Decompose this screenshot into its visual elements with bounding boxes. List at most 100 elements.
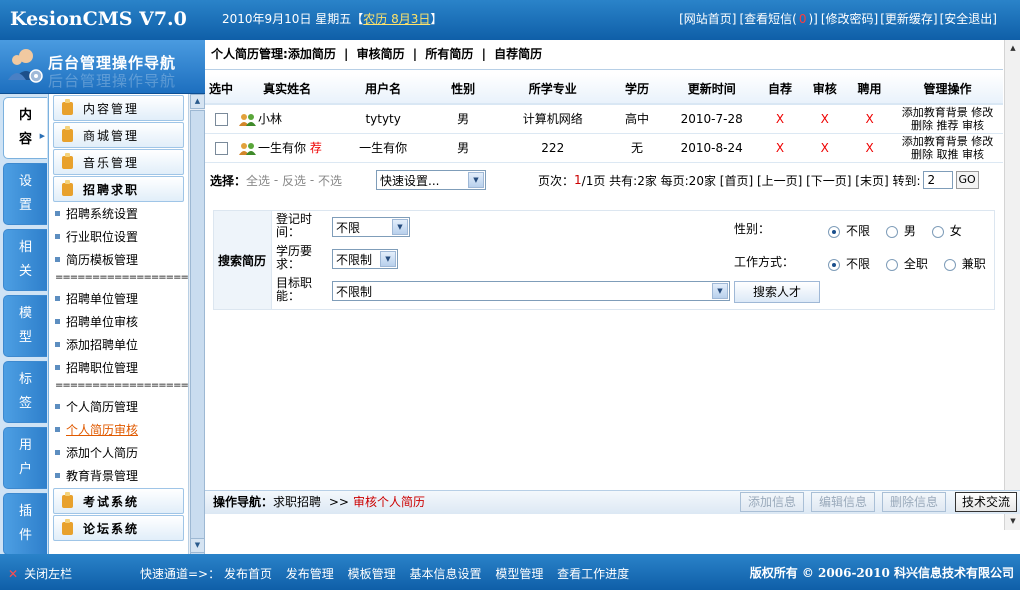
home-link[interactable]: [网站首页] — [678, 10, 737, 27]
main-scrollbar[interactable]: ▲ ▼ — [1004, 40, 1020, 530]
tab-settings[interactable]: 设置 — [3, 163, 47, 225]
refresh-cache-link[interactable]: [更新缓存] — [879, 10, 938, 27]
scroll-thumb[interactable] — [190, 110, 205, 560]
select-none-link[interactable]: 不选 — [318, 172, 342, 189]
tab-models[interactable]: 模型 — [3, 295, 47, 357]
tech-exchange-button[interactable]: 技术交流 — [955, 492, 1017, 512]
sidebar-item-employer-management[interactable]: 招聘单位管理 — [49, 287, 188, 310]
sidebar-item-employer-audit[interactable]: 招聘单位审核 — [49, 310, 188, 333]
tab-plugins[interactable]: 插件 — [3, 493, 47, 554]
audit-status[interactable]: X — [802, 104, 848, 134]
folder-icon — [62, 491, 73, 508]
tab-users[interactable]: 用户 — [3, 427, 47, 489]
delete-info-button[interactable]: 删除信息 — [882, 492, 946, 512]
tab-related-label: 相关 — [18, 240, 32, 279]
sidebar-item-resume-audit[interactable]: 个人简历审核 — [49, 418, 188, 441]
quick-link-basic-settings[interactable]: 基本信息设置 — [409, 567, 481, 581]
menu-content-management[interactable]: 内容管理 — [53, 95, 184, 121]
menu-forum-system[interactable]: 论坛系统 — [53, 515, 184, 541]
ops-line1[interactable]: 添加教育背景 修改 — [892, 106, 1003, 119]
sidebar-item-add-resume[interactable]: 添加个人简历 — [49, 441, 188, 464]
gender-male-radio[interactable] — [885, 225, 898, 238]
hire-status[interactable]: X — [847, 104, 892, 134]
work-any-radio[interactable] — [828, 258, 840, 271]
quick-link-publish-manage[interactable]: 发布管理 — [286, 567, 334, 581]
select-label: 选择： — [210, 173, 247, 188]
link-all-resumes[interactable]: 所有简历 — [425, 47, 473, 61]
row-checkbox[interactable] — [214, 112, 228, 126]
scroll-up-icon[interactable]: ▲ — [190, 94, 205, 109]
message-count: 0 — [798, 12, 807, 26]
invert-select-link[interactable]: 反选 — [282, 172, 306, 189]
menu-recruitment[interactable]: 招聘求职 — [53, 176, 184, 202]
link-add-resume[interactable]: 添加简历 — [288, 47, 336, 61]
resume-name[interactable]: 小林 — [258, 112, 282, 126]
hire-status[interactable]: X — [847, 133, 892, 163]
quick-link-models[interactable]: 模型管理 — [495, 567, 543, 581]
folder-icon — [62, 152, 73, 169]
scroll-down-icon[interactable]: ▼ — [190, 538, 205, 553]
gender-label: 性别： — [734, 222, 771, 236]
close-icon: ✕ — [8, 567, 19, 581]
tab-related[interactable]: 相关 — [3, 229, 47, 291]
close-left-panel[interactable]: ✕ 关闭左栏 — [8, 565, 72, 582]
target-job-select[interactable]: 不限制 ▼ — [332, 281, 730, 301]
menu-shop-management[interactable]: 商城管理 — [53, 122, 184, 148]
page-info[interactable]: /1页 共有:2家 每页:20家 [首页] [上一页] [下一页] [末页] 转… — [582, 172, 921, 189]
row-operations[interactable]: 添加教育背景 修改 删除 推荐 审核 — [891, 104, 1003, 134]
link-self-recommended[interactable]: 自荐简历 — [494, 47, 542, 61]
row-operations[interactable]: 添加教育背景 修改 删除 取推 审核 — [891, 133, 1003, 163]
sidebar-item-industry-positions[interactable]: 行业职位设置 — [49, 225, 188, 248]
ops-line2[interactable]: 删除 推荐 审核 — [892, 119, 1003, 132]
bullet-icon — [55, 319, 60, 324]
top-links: [网站首页] [查看短信(0)] [修改密码] [更新缓存] [安全退出] — [678, 10, 998, 27]
sidebar-item-label: 招聘单位审核 — [66, 315, 139, 329]
sidebar-item-job-management[interactable]: 招聘职位管理 — [49, 356, 188, 379]
work-parttime-radio[interactable] — [943, 258, 956, 271]
go-button[interactable]: GO — [955, 171, 979, 189]
tab-labels[interactable]: 标签 — [3, 361, 47, 423]
quick-link-templates[interactable]: 模板管理 — [348, 567, 396, 581]
add-info-button[interactable]: 添加信息 — [740, 492, 804, 512]
gender-any-radio[interactable] — [828, 225, 840, 238]
row-checkbox[interactable] — [214, 141, 228, 155]
bullet-icon — [55, 404, 60, 409]
radio-label: 兼职 — [961, 257, 986, 271]
breadcrumb-item[interactable]: 求职招聘 — [273, 495, 321, 509]
scroll-up-icon[interactable]: ▲ — [1006, 41, 1020, 55]
sidebar-item-recruit-settings[interactable]: 招聘系统设置 — [49, 202, 188, 225]
lunar-date-link[interactable]: 农历 8月3日 — [363, 12, 430, 26]
tab-content[interactable]: 内容 ▶ — [3, 97, 47, 159]
self-recommend-status[interactable]: X — [757, 133, 803, 163]
edu-req-select[interactable]: 不限制 ▼ — [332, 249, 398, 269]
search-talent-button[interactable]: 搜索人才 — [734, 281, 820, 303]
sidebar-item-education-management[interactable]: 教育背景管理 — [49, 464, 188, 487]
messages-link[interactable]: [查看短信(0)] — [737, 10, 819, 27]
work-fulltime-radio[interactable] — [885, 258, 898, 271]
sidebar-item-resume-templates[interactable]: 简历模板管理 — [49, 248, 188, 271]
quick-label: 快速通道=>： — [140, 567, 221, 581]
sidebar-item-add-employer[interactable]: 添加招聘单位 — [49, 333, 188, 356]
logout-link[interactable]: [安全退出] — [939, 10, 998, 27]
ops-line2[interactable]: 删除 取推 审核 — [892, 148, 1003, 161]
change-password-link[interactable]: [修改密码] — [820, 10, 879, 27]
resume-name[interactable]: 一生有你 — [258, 141, 306, 155]
ops-line1[interactable]: 添加教育背景 修改 — [892, 135, 1003, 148]
quick-link-publish-home[interactable]: 发布首页 — [224, 567, 272, 581]
sidebar-item-resume-management[interactable]: 个人简历管理 — [49, 395, 188, 418]
menu-exam-system[interactable]: 考试系统 — [53, 488, 184, 514]
quick-link-progress[interactable]: 查看工作进度 — [557, 567, 629, 581]
edit-info-button[interactable]: 编辑信息 — [811, 492, 875, 512]
reg-time-select[interactable]: 不限 ▼ — [332, 217, 410, 237]
gender-female-radio[interactable] — [931, 225, 944, 238]
menu-scrollbar[interactable]: ▲ ▼ — [188, 94, 205, 560]
self-recommend-status[interactable]: X — [757, 104, 803, 134]
link-audit-resume[interactable]: 审核简历 — [357, 47, 405, 61]
menu-music-management[interactable]: 音乐管理 — [53, 149, 184, 175]
folder-icon — [62, 518, 73, 535]
tab-content-label: 内容 — [18, 108, 32, 147]
goto-page-input[interactable]: 2 — [922, 171, 953, 189]
select-all-link[interactable]: 全选 — [246, 172, 270, 189]
quick-settings-select[interactable]: 快速设置... ▼ — [376, 170, 486, 190]
audit-status[interactable]: X — [802, 133, 848, 163]
